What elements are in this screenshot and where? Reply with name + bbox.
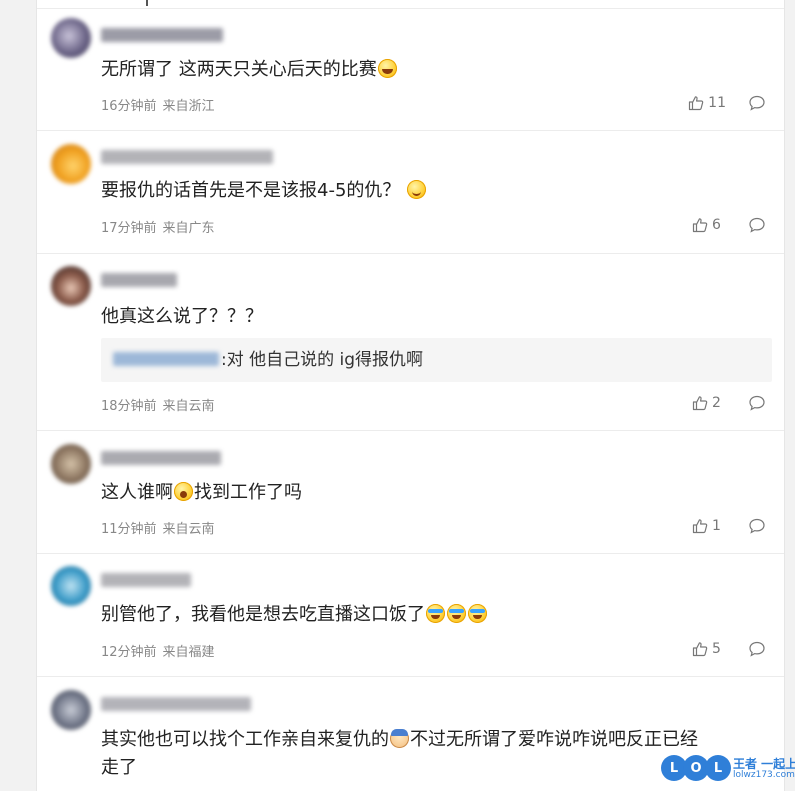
username[interactable] (101, 28, 223, 42)
comment-body-start: 这人谁啊 (101, 482, 173, 503)
comment-actions: 1 (692, 517, 766, 535)
reply-button[interactable] (748, 394, 766, 412)
avatar[interactable] (51, 18, 91, 58)
comment-location: 来自福建 (162, 645, 215, 660)
comment-time: 17分钟前 (101, 221, 157, 236)
like-button[interactable]: 11 (688, 95, 726, 111)
comment-body: 别管他了，我看他是想去吃直播这口饭了 (101, 604, 425, 625)
comment-meta: 11分钟前 来自云南 (101, 518, 221, 537)
cry-icon (426, 604, 445, 623)
avatar[interactable] (51, 266, 91, 306)
laugh-icon (377, 59, 397, 78)
comment-location: 来自云南 (162, 399, 215, 414)
smile-icon (407, 180, 427, 199)
comment-location: 来自云南 (162, 522, 215, 537)
speech-bubble-icon (749, 395, 765, 411)
comment-text: 无所谓了 这两天只关心后天的比赛 (101, 56, 764, 84)
reply-button[interactable] (748, 216, 766, 234)
username[interactable] (101, 451, 221, 465)
comment-item: 要报仇的话首先是不是该报4-5的仇？ 17分钟前 来自广东 6 (37, 130, 784, 254)
watermark-url: lolwz173.com (733, 770, 795, 780)
comment-time: 11分钟前 (101, 522, 157, 537)
like-button[interactable]: 6 (692, 217, 726, 233)
comment-item: 这人谁啊 找到工作了吗 11分钟前 来自云南 1 (37, 430, 784, 554)
comment-text: 别管他了，我看他是想去吃直播这口饭了 (101, 601, 764, 629)
speech-bubble-icon (749, 641, 765, 657)
comment-time: 12分钟前 (101, 645, 157, 660)
like-count: 11 (708, 95, 726, 111)
comment-actions: 6 (692, 216, 766, 234)
face-icon (390, 729, 409, 748)
comment-text: 要报仇的话首先是不是该报4-5的仇？ (101, 177, 764, 205)
comment-time: 18分钟前 (101, 399, 157, 414)
thumbs-up-icon (692, 519, 708, 534)
comment-body: 要报仇的话首先是不是该报4-5的仇？ (101, 180, 401, 201)
comment-meta: 17分钟前 来自广东 (101, 217, 221, 236)
thumbs-up-icon (692, 642, 708, 657)
like-count: 1 (712, 518, 721, 534)
comment-body: 他真这么说了？？？ (101, 306, 263, 327)
comment-actions: 5 (692, 640, 766, 658)
comment-panel: 无所谓了 这两天只关心后天的比赛 16分钟前 来自浙江 11 要报仇的话首先是不是… (36, 0, 785, 791)
comment-meta: 12分钟前 来自福建 (101, 641, 221, 660)
comment-location: 来自浙江 (162, 99, 215, 114)
comment-actions: 2 (692, 394, 766, 412)
avatar[interactable] (51, 566, 91, 606)
speech-bubble-icon (749, 217, 765, 233)
comment-time: 16分钟前 (101, 99, 157, 114)
username[interactable] (101, 150, 273, 164)
username[interactable] (101, 573, 191, 587)
username[interactable] (101, 697, 251, 711)
shock-icon (174, 482, 193, 501)
like-button[interactable]: 5 (692, 641, 726, 657)
thumbs-up-icon (692, 218, 708, 233)
like-button[interactable]: 2 (692, 395, 726, 411)
comment-actions: 11 (688, 94, 766, 112)
comment-location: 来自广东 (162, 221, 215, 236)
reply-button[interactable] (748, 517, 766, 535)
comment-body-end: 找到工作了吗 (194, 482, 302, 503)
quoted-reply: :对 他自己说的 ig得报仇啊 (101, 338, 772, 382)
top-divider (37, 0, 784, 9)
scroll-tick (146, 0, 148, 6)
comment-body: 无所谓了 这两天只关心后天的比赛 (101, 59, 377, 80)
speech-bubble-icon (749, 95, 765, 111)
avatar[interactable] (51, 144, 91, 184)
comment-item: 他真这么说了？？？ :对 他自己说的 ig得报仇啊 18分钟前 来自云南 2 (37, 253, 784, 431)
avatar[interactable] (51, 690, 91, 730)
quoted-text: :对 他自己说的 ig得报仇啊 (221, 350, 424, 370)
comment-item: 别管他了，我看他是想去吃直播这口饭了 12分钟前 来自福建 5 (37, 553, 784, 677)
site-watermark: L O L 王者 一起上 lolwz173.com (661, 755, 795, 785)
reply-button[interactable] (748, 640, 766, 658)
username[interactable] (101, 273, 177, 287)
quoted-username[interactable] (113, 352, 219, 366)
thumbs-up-icon (692, 396, 708, 411)
watermark-logo-letter: L (705, 755, 731, 781)
comment-meta: 18分钟前 来自云南 (101, 395, 221, 414)
comment-text: 这人谁啊 找到工作了吗 (101, 479, 764, 507)
comment-text: 他真这么说了？？？ (101, 303, 764, 331)
reply-button[interactable] (748, 94, 766, 112)
avatar[interactable] (51, 444, 91, 484)
cry-icon (468, 604, 487, 623)
thumbs-up-icon (689, 96, 704, 111)
comment-body-start: 其实他也可以找个工作亲自来复仇的 (101, 729, 389, 750)
like-count: 6 (712, 217, 721, 233)
comment-text: 其实他也可以找个工作亲自来复仇的 不过无所谓了爱咋说咋说吧反正已经走了 (101, 726, 701, 782)
comment-item: 无所谓了 这两天只关心后天的比赛 16分钟前 来自浙江 11 (37, 9, 784, 131)
like-button[interactable]: 1 (692, 518, 726, 534)
like-count: 2 (712, 395, 721, 411)
like-count: 5 (712, 641, 721, 657)
cry-icon (447, 604, 466, 623)
comment-meta: 16分钟前 来自浙江 (101, 95, 221, 114)
speech-bubble-icon (749, 518, 765, 534)
